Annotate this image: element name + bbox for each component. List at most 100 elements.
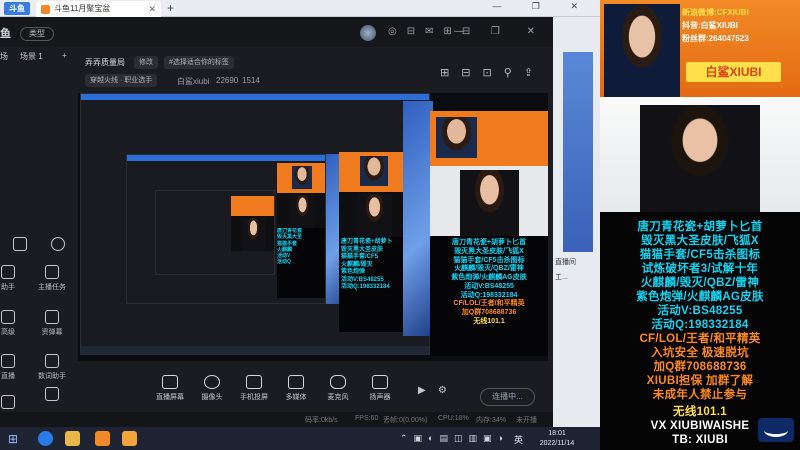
promo-line: 紫色炮弹/火麒麟AG皮肤	[636, 291, 764, 303]
task-icon	[45, 265, 59, 279]
drop-status: 丢帧:0(0.00%)	[383, 417, 428, 424]
type-selector-button[interactable]: 类型	[20, 27, 54, 41]
page-banner	[563, 52, 593, 252]
streamer-info-card: 新浪微博:CFXIUBI 抖音:白鲨XIUBI 粉丝群:264047523 白鲨…	[600, 0, 800, 97]
speaker-icon	[372, 375, 388, 389]
system-tray-icons[interactable]: ⌃▣◐▤◫▥▣◑	[400, 433, 509, 444]
camera-button[interactable]: 摄像头	[192, 375, 232, 402]
nested-taskbar	[81, 346, 429, 354]
browser-logo: 斗鱼	[4, 2, 30, 15]
camera-icon	[204, 375, 220, 389]
helper-item[interactable]: 数词助手	[32, 354, 72, 381]
browser-titlebar: 斗鱼 斗鱼11月聚宝盆 ✕ + — ❐ ✕	[0, 0, 600, 17]
mini-cam	[231, 216, 274, 251]
fans-group-text: 粉丝群:264047523	[682, 34, 749, 43]
promo-line: 毁灭黑大圣皮肤/飞狐X	[641, 235, 759, 247]
copy-icon	[13, 237, 27, 251]
mic-icon	[330, 375, 346, 389]
add-scene-button[interactable]: +	[62, 51, 67, 60]
streaming-taskbar-icon[interactable]	[122, 431, 137, 446]
nested-cam-2	[339, 192, 409, 237]
hot-count: 1514	[242, 76, 260, 85]
edit-title-button[interactable]: 修改	[134, 56, 158, 69]
danmaku-item[interactable]: 资弹幕	[32, 310, 72, 337]
ime-indicator[interactable]: 英	[514, 433, 523, 446]
scene-tab[interactable]: 场景 1	[20, 51, 43, 62]
system-clock[interactable]: 18:01 2022/11/14	[527, 429, 587, 449]
media-button[interactable]: 多媒体	[276, 375, 316, 402]
douyu-taskbar-icon[interactable]	[95, 431, 110, 446]
clock-time: 18:01	[548, 430, 566, 437]
nested-capture-2: 唐刀青花瓷 毁灭黑大圣 猫猫手套 火麒麟 活动V 活动Q	[126, 154, 326, 304]
tool-item[interactable]	[32, 387, 72, 404]
mini-card	[231, 196, 274, 216]
phone-cast-button[interactable]: 手机投屏	[234, 375, 274, 402]
promo-line: 入坑安全 极速脱坑	[651, 347, 749, 359]
fps-status: FPS:60	[355, 415, 379, 422]
app-logo: 鱼	[0, 28, 11, 40]
new-tab-button[interactable]: +	[167, 1, 174, 15]
browser-tab[interactable]: 斗鱼11月聚宝盆 ✕	[36, 1, 161, 17]
streamer-photo	[604, 4, 680, 97]
follower-count: 22690	[216, 76, 239, 85]
stream-overlay-panel: 新浪微博:CFXIUBI 抖音:白鲨XIUBI 粉丝群:264047523 白鲨…	[600, 0, 800, 450]
promo-line: 未成年人禁止参与	[652, 389, 748, 401]
tool-item[interactable]	[0, 237, 40, 254]
tool-item[interactable]	[38, 237, 78, 254]
start-stream-button[interactable]: 连播中...	[480, 388, 535, 406]
box-icon	[45, 387, 59, 401]
app-topbar: 鱼 类型 ◎⊟✉⊞⊟ — ❐ ✕	[0, 17, 553, 47]
preview-promo: 唐刀青花瓷+胡萝卜匕首 毁灭黑大圣皮肤/飞狐X 猫猫手套/CF5击杀图标 火麒麟/毁灭…	[430, 236, 548, 356]
tab-favicon-icon	[41, 5, 50, 14]
scene-left-label: 场	[0, 52, 8, 61]
speaker-button[interactable]: 扬声器	[360, 375, 400, 402]
category-chip[interactable]: 穿越火线 · 职业选手	[85, 74, 158, 87]
nested-capture-3	[155, 190, 275, 275]
nested-card	[277, 163, 325, 193]
cpu-status: CPU:18%	[438, 415, 469, 422]
page-text: 直播间	[555, 259, 576, 266]
streamer-webcam-figure	[640, 105, 760, 212]
window-controls[interactable]: — ❐ ✕	[492, 1, 592, 12]
settings-gear-icon[interactable]: ⚙	[438, 385, 447, 396]
mem-status: 内存:34%	[476, 417, 506, 424]
live-icon	[1, 354, 15, 368]
app-taskbar-icon[interactable]	[65, 431, 80, 446]
nested-promo: 唐刀青花瓷 毁灭黑大圣 猫猫手套 火麒麟 活动V 活动Q	[277, 228, 325, 298]
microphone-button[interactable]: 麦克风	[318, 375, 358, 402]
tab-title: 斗鱼11月聚宝盆	[54, 4, 111, 13]
promo-text-block: 唐刀青花瓷+胡萝卜匕首 毁灭黑大圣皮肤/飞狐X 猫猫手套/CF5击杀图标 试炼破…	[600, 212, 800, 450]
webcam-feed	[600, 97, 800, 212]
app-window-controls[interactable]: — ❐ ✕	[454, 26, 547, 37]
streamer-social-info: 新浪微博:CFXIUBI 抖音:白鲨XIUBI 粉丝群:264047523	[682, 6, 749, 45]
tag-select-button[interactable]: #选择适合你的标签	[164, 56, 234, 69]
start-menu-icon[interactable]: ⊞	[8, 432, 18, 446]
background-page-strip: 直播间 工...	[553, 17, 600, 427]
nested-promo-2: 唐刀青花瓷+胡萝卜 毁灭黑大圣皮肤 猫猫手套/CF5 火麒麟/毁灭 紫色炮弹 活动V:BS…	[339, 237, 409, 332]
user-avatar[interactable]	[360, 25, 376, 41]
promo-line: 无线101.1	[673, 406, 727, 418]
advanced-item[interactable]: 高级	[0, 310, 28, 337]
wallpaper-strip	[403, 101, 433, 336]
helper-icon	[45, 354, 59, 368]
stream-preview[interactable]: 唐刀青花瓷 毁灭黑大圣 猫猫手套 火麒麟 活动V 活动Q 唐刀青花瓷+胡萝卜 毁灭黑大圣皮肤…	[78, 93, 548, 361]
screen-capture-button[interactable]: 直播屏幕	[150, 375, 190, 402]
promo-line: 活动V:BS48255	[657, 305, 743, 317]
promo-line: 加Q群708688736	[653, 361, 747, 373]
live-item[interactable]: 直播	[0, 354, 28, 381]
weibo-text: 新浪微博:CFXIUBI	[682, 8, 749, 17]
screen-icon	[162, 375, 178, 389]
stream-title: 弄弄质量局	[85, 58, 125, 67]
right-toolbar-icons[interactable]: ⊞⊟⊡⚲⇪	[440, 66, 545, 79]
anchor-task-item[interactable]: 主播任务	[32, 265, 72, 292]
assistant-item[interactable]: 助手	[0, 265, 28, 292]
circle-icon	[51, 237, 65, 251]
promo-line: CF/LOL/王者/和平精英	[639, 333, 761, 345]
record-icon[interactable]: ▶	[418, 385, 426, 396]
promo-line: 唐刀青花瓷+胡萝卜匕首	[637, 221, 763, 233]
tab-close-icon[interactable]: ✕	[148, 1, 156, 17]
tutorial-icon	[1, 395, 15, 409]
browser-taskbar-icon[interactable]	[38, 431, 53, 446]
left-tool-panel: 助手 主播任务 高级 资弹幕 直播 数词助手	[0, 77, 75, 427]
preview-card	[430, 111, 548, 166]
